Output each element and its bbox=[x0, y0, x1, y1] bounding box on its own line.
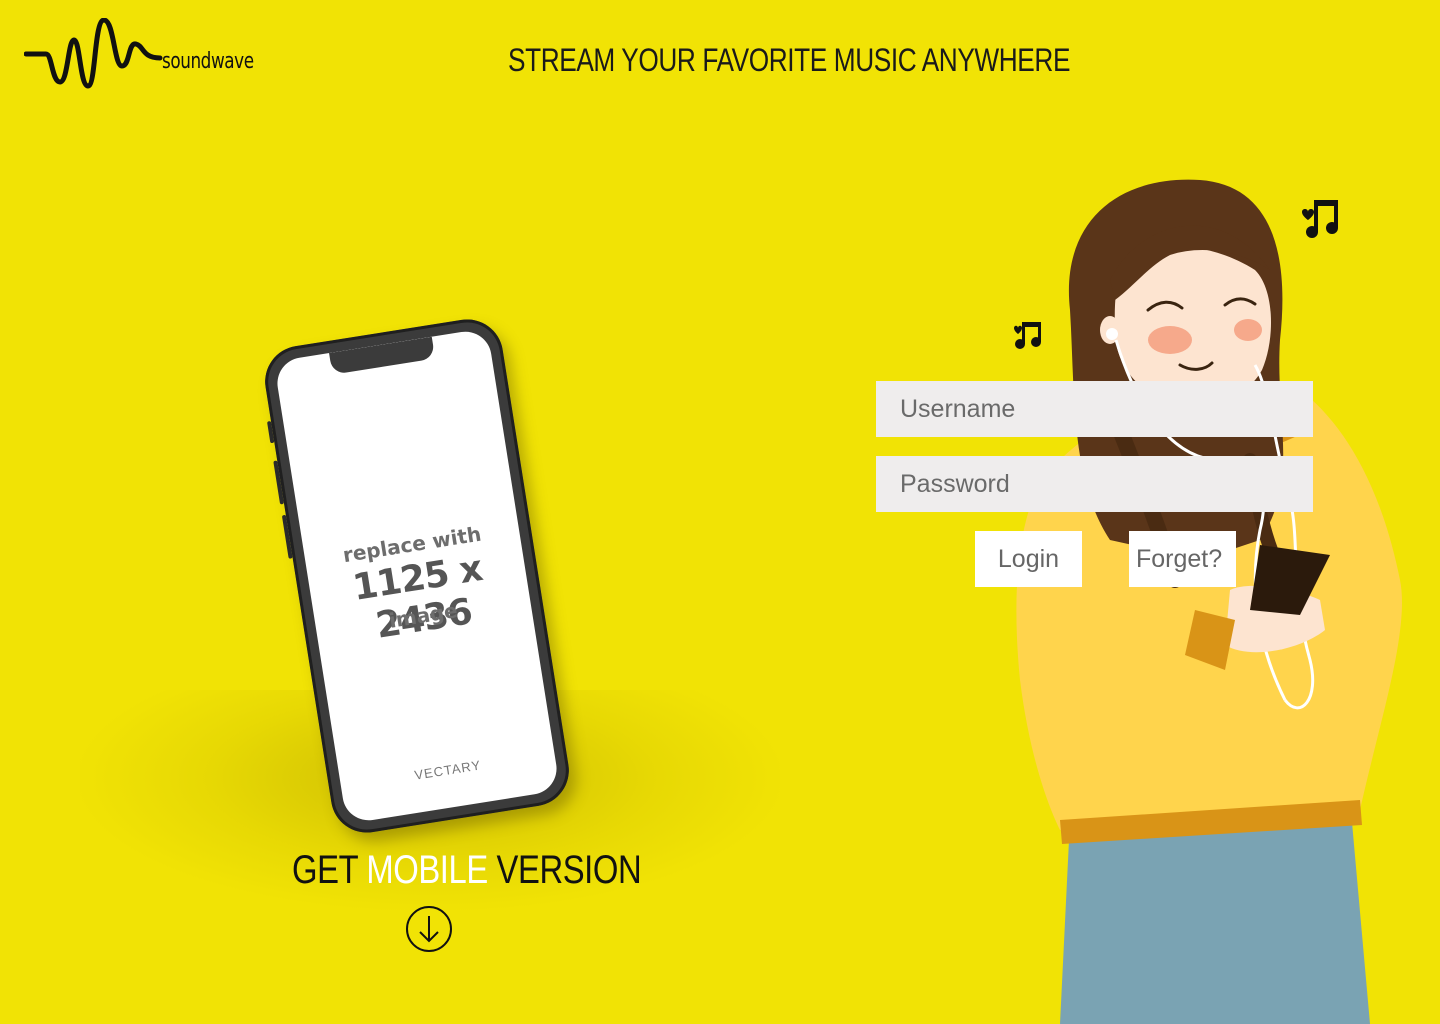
cta-part-2: VERSION bbox=[487, 848, 642, 892]
download-arrow-icon[interactable] bbox=[405, 905, 453, 953]
phone-side-button bbox=[273, 460, 285, 505]
mobile-version-heading: GET MOBILE VERSION bbox=[292, 848, 642, 893]
logo-text: soundwave bbox=[162, 49, 254, 74]
page-headline: STREAM YOUR FAVORITE MUSIC ANYWHERE bbox=[508, 42, 1071, 78]
cta-part-1: GET bbox=[292, 848, 367, 892]
username-input[interactable] bbox=[876, 381, 1313, 437]
phone-notch bbox=[329, 336, 436, 375]
password-input[interactable] bbox=[876, 456, 1313, 512]
logo[interactable]: soundwave bbox=[24, 18, 270, 90]
login-button[interactable]: Login bbox=[975, 531, 1082, 587]
soundwave-logo-icon bbox=[24, 18, 163, 89]
phone-side-button bbox=[281, 514, 293, 559]
girl-listening-illustration bbox=[1014, 179, 1402, 1024]
phone-side-button bbox=[266, 420, 275, 444]
phone-brand: VECTARY bbox=[413, 757, 483, 783]
cta-highlight: MOBILE bbox=[366, 848, 488, 892]
forget-password-button[interactable]: Forget? bbox=[1129, 531, 1236, 587]
